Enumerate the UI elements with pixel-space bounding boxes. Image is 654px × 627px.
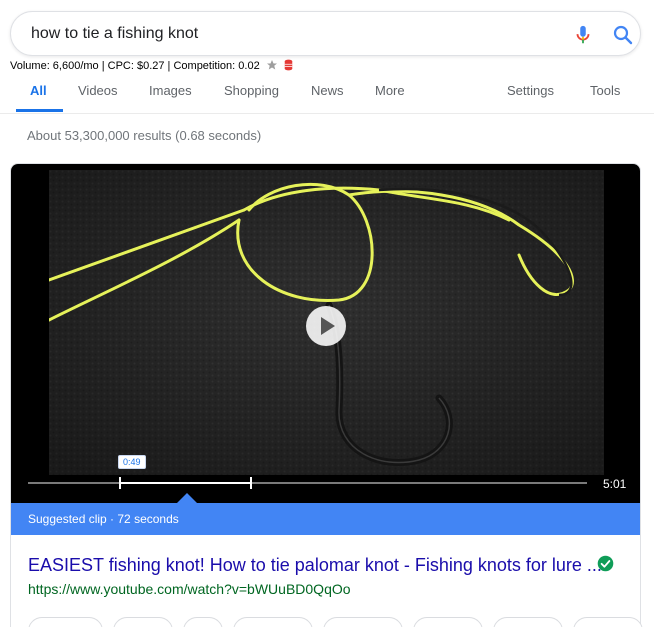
suggested-clip-bar: Suggested clip · 72 seconds bbox=[11, 503, 640, 535]
clip-start-time: 0:49 bbox=[118, 455, 146, 469]
related-chip[interactable] bbox=[573, 617, 643, 627]
play-icon bbox=[321, 317, 335, 335]
star-icon[interactable] bbox=[266, 59, 278, 71]
clip-end-marker[interactable] bbox=[250, 477, 252, 489]
search-icon[interactable] bbox=[611, 23, 635, 47]
clip-pointer bbox=[177, 493, 197, 503]
video-card: 0:49 5:01 Suggested clip · 72 seconds EA… bbox=[10, 163, 641, 627]
related-chip[interactable] bbox=[113, 617, 173, 627]
related-chip[interactable] bbox=[493, 617, 563, 627]
video-duration: 5:01 bbox=[603, 477, 627, 491]
play-button[interactable] bbox=[306, 306, 346, 346]
mic-icon[interactable] bbox=[572, 23, 594, 47]
tab-more[interactable]: More bbox=[375, 83, 405, 98]
tab-shopping[interactable]: Shopping bbox=[224, 83, 279, 98]
progress-track[interactable] bbox=[28, 482, 587, 484]
keyword-meta-text: Volume: 6,600/mo | CPC: $0.27 | Competit… bbox=[10, 60, 260, 72]
clip-start-marker[interactable] bbox=[119, 477, 121, 489]
video-player[interactable]: 0:49 5:01 bbox=[11, 164, 640, 504]
result-url[interactable]: https://www.youtube.com/watch?v=bWUuBD0Q… bbox=[28, 581, 351, 597]
tab-all[interactable]: All bbox=[30, 83, 47, 98]
suggested-clip-label: Suggested clip · 72 seconds bbox=[28, 512, 179, 526]
related-chip[interactable] bbox=[28, 617, 103, 627]
result-title-link[interactable]: EASIEST fishing knot! How to tie palomar… bbox=[28, 555, 602, 576]
search-input[interactable] bbox=[31, 24, 531, 44]
keyword-meta: Volume: 6,600/mo | CPC: $0.27 | Competit… bbox=[10, 59, 293, 72]
related-chips bbox=[10, 617, 654, 627]
related-chip[interactable] bbox=[413, 617, 483, 627]
database-icon[interactable] bbox=[284, 59, 293, 71]
active-tab-indicator bbox=[16, 109, 63, 112]
related-chip[interactable] bbox=[183, 617, 223, 627]
tab-videos[interactable]: Videos bbox=[78, 83, 118, 98]
search-bar[interactable] bbox=[10, 11, 641, 56]
tab-settings[interactable]: Settings bbox=[507, 83, 554, 98]
check-circle-icon bbox=[597, 555, 614, 572]
related-chip[interactable] bbox=[233, 617, 313, 627]
tab-tools[interactable]: Tools bbox=[590, 83, 620, 98]
results-stats: About 53,300,000 results (0.68 seconds) bbox=[27, 128, 262, 143]
related-chip[interactable] bbox=[323, 617, 403, 627]
tab-images[interactable]: Images bbox=[149, 83, 192, 98]
search-tabs: All Videos Images Shopping News More Set… bbox=[0, 76, 654, 114]
suggested-clip-range bbox=[119, 482, 251, 484]
tab-news[interactable]: News bbox=[311, 83, 344, 98]
